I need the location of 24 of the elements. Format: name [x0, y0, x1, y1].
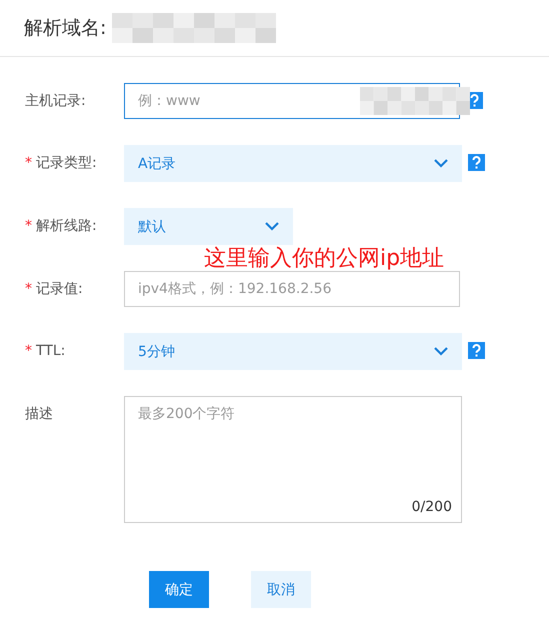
field-label: 描述 [25, 405, 53, 424]
chevron-down-icon [434, 159, 448, 168]
field-label: 解析线路: [36, 217, 97, 236]
required-asterisk: * [25, 342, 32, 361]
chevron-down-icon [434, 347, 448, 356]
field-label: TTL: [36, 342, 66, 361]
text-input[interactable]: ipv4格式，例：192.168.2.56 [124, 271, 460, 307]
chevron-down-icon [265, 222, 279, 231]
dropdown-select[interactable]: 5分钟 [124, 333, 462, 370]
dropdown-select[interactable]: A记录 [124, 145, 462, 182]
dropdown-select[interactable]: 默认 [124, 208, 293, 245]
character-counter: 0/200 [412, 499, 452, 515]
required-asterisk: * [25, 280, 32, 299]
field-label: 主机记录: [25, 92, 86, 111]
field-label: 记录值: [36, 280, 83, 299]
required-asterisk: * [25, 154, 32, 173]
required-asterisk: * [25, 217, 32, 236]
annotation-text: 这里输入你的公网ip地址 [204, 245, 444, 273]
help-icon[interactable] [468, 154, 485, 171]
page-title: 解析域名: [24, 16, 106, 41]
field-label: 记录类型: [36, 154, 97, 173]
confirm-button[interactable]: 确定 [149, 571, 209, 608]
help-icon[interactable] [468, 342, 485, 359]
cancel-button[interactable]: 取消 [251, 571, 311, 608]
